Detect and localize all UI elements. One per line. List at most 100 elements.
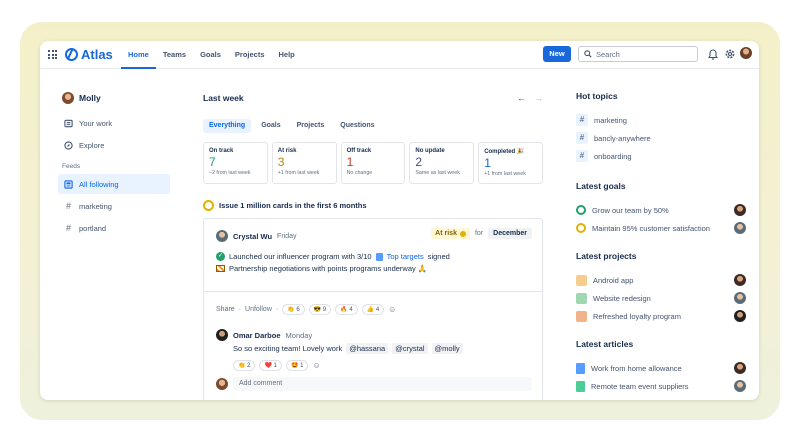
new-button[interactable]: New — [543, 46, 571, 62]
stat-on-track[interactable]: On track 7 –2 from last week — [203, 142, 268, 184]
filter-tabs: Everything Goals Projects Questions — [203, 119, 543, 133]
sidebar-item-marketing[interactable]: # marketing — [58, 196, 170, 216]
topic-label: onboarding — [594, 151, 632, 161]
tab-goals[interactable]: Goals — [255, 119, 286, 133]
update-text: signed — [427, 252, 450, 261]
reaction-cool[interactable]: 😎 9 — [308, 304, 332, 315]
goal-heading[interactable]: Issue 1 million cards in the first 6 mon… — [203, 200, 543, 211]
atlas-logo[interactable]: Atlas — [65, 47, 113, 62]
avatar — [734, 310, 746, 322]
search-placeholder: Search — [596, 49, 620, 59]
reaction-fire[interactable]: 🔥 4 — [335, 304, 358, 315]
search-input[interactable]: Search — [578, 46, 698, 62]
stat-label: Completed 🎉 — [484, 149, 525, 155]
hashtag-icon: # — [65, 201, 71, 211]
article-item[interactable]: Work from home allowance — [576, 359, 746, 377]
project-item[interactable]: Website redesign — [576, 289, 746, 307]
stat-value: 3 — [277, 155, 285, 169]
goal-status-icon — [203, 200, 214, 211]
sidebar-item-label: portland — [79, 223, 107, 233]
app-switcher-grid-icon[interactable] — [48, 50, 57, 59]
reaction-thumbs-up[interactable]: 👍 4 — [361, 304, 385, 315]
sidebar-item-explore[interactable]: Explore — [58, 135, 170, 155]
sidebar-item-your-work[interactable]: Your work — [58, 113, 170, 133]
mention-molly[interactable]: @molly — [431, 343, 463, 354]
gear-icon[interactable] — [724, 48, 736, 60]
post-author[interactable]: Crystal Wu — [233, 232, 272, 241]
avatar[interactable] — [216, 329, 228, 341]
sidebar-item-portland[interactable]: # portland — [58, 218, 170, 238]
project-item[interactable]: Refreshed loyalty program — [576, 307, 746, 325]
primary-nav: Home Teams Goals Projects Help — [121, 41, 302, 69]
stat-at-risk[interactable]: At risk 3 +1 from last week — [271, 142, 337, 184]
nav-goals[interactable]: Goals — [193, 41, 228, 69]
latest-goals-heading: Latest goals — [576, 181, 626, 191]
goal-status-icon — [576, 223, 586, 233]
mention-hassana[interactable]: @hassana — [346, 343, 389, 354]
briefcase-icon — [64, 119, 73, 127]
article-item[interactable]: Remote team event suppliers — [576, 377, 746, 395]
nav-teams[interactable]: Teams — [156, 41, 193, 69]
mention-crystal[interactable]: @crystal — [392, 343, 428, 354]
avatar — [734, 222, 746, 234]
reaction-star-eyes[interactable]: 🤩 1 — [285, 360, 309, 371]
target-date-badge: December — [488, 228, 532, 239]
avatar — [734, 380, 746, 392]
top-targets-link[interactable]: Top targets — [387, 252, 424, 261]
update-line: Partnership negotiations with points pro… — [216, 264, 427, 273]
stat-off-track[interactable]: Off track 1 No change — [340, 142, 406, 184]
tab-projects[interactable]: Projects — [291, 119, 331, 133]
nav-home[interactable]: Home — [121, 41, 156, 69]
article-label: Work from home allowance — [591, 363, 682, 373]
hashtag-icon: # — [576, 132, 588, 144]
app-window: Atlas Home Teams Goals Projects Help New… — [40, 41, 759, 400]
arrow-left-icon[interactable]: ← — [517, 93, 526, 103]
stat-change: No change — [346, 170, 373, 176]
stat-label: On track — [209, 148, 234, 154]
stat-change: +1 from last week — [277, 170, 320, 176]
topic-marketing[interactable]: # marketing — [576, 111, 746, 129]
add-reaction-icon[interactable]: ☺ — [312, 361, 320, 370]
avatar — [62, 92, 74, 104]
project-item[interactable]: Android app — [576, 271, 746, 289]
reaction-heart[interactable]: ❤️ 1 — [259, 360, 282, 371]
sidebar-item-all-following[interactable]: All following — [58, 174, 170, 194]
nav-projects[interactable]: Projects — [228, 41, 272, 69]
avatar — [734, 292, 746, 304]
share-link[interactable]: Share — [216, 306, 235, 313]
comment-input[interactable]: Add comment — [233, 377, 532, 391]
reaction-clap[interactable]: 👏 2 — [233, 360, 256, 371]
profile-avatar[interactable] — [740, 47, 752, 59]
topic-onboarding[interactable]: # onboarding — [576, 147, 746, 165]
compass-icon — [64, 140, 73, 150]
tab-questions[interactable]: Questions — [334, 119, 380, 133]
tab-everything[interactable]: Everything — [203, 119, 252, 133]
stat-value: 1 — [346, 155, 354, 169]
feed-icon — [64, 179, 73, 189]
stat-no-update[interactable]: No update 2 Same as last week — [409, 142, 475, 184]
unfollow-link[interactable]: Unfollow — [245, 306, 272, 313]
status-dot-icon — [459, 230, 466, 237]
goal-item[interactable]: Maintain 95% customer satisfaction — [576, 219, 746, 237]
document-icon — [375, 252, 383, 261]
arrow-right-icon[interactable]: → — [534, 93, 543, 103]
stat-label: Off track — [346, 148, 372, 154]
current-user[interactable]: Molly — [62, 91, 170, 105]
stat-value: 2 — [415, 155, 423, 169]
bell-icon[interactable] — [708, 49, 718, 60]
article-label: Remote team event suppliers — [591, 381, 689, 391]
latest-articles-heading: Latest articles — [576, 339, 634, 349]
reaction-clap[interactable]: 👏 6 — [282, 304, 305, 315]
stat-completed[interactable]: Completed 🎉 1 +1 from last week — [478, 142, 543, 184]
avatar[interactable] — [216, 230, 228, 242]
topic-bancly-anywhere[interactable]: # bancly-anywhere — [576, 129, 746, 147]
add-reaction-icon[interactable]: ☺ — [388, 305, 396, 314]
user-name: Molly — [79, 93, 101, 103]
sidebar-item-label: Your work — [79, 118, 113, 128]
reply-author[interactable]: Omar Darboe — [233, 331, 281, 340]
right-panel: Hot topics # marketing # bancly-anywhere… — [576, 91, 746, 395]
top-navigation-bar: Atlas Home Teams Goals Projects Help New… — [40, 41, 759, 69]
status-label: At risk — [435, 230, 457, 237]
goal-item[interactable]: Grow our team by 50% — [576, 201, 746, 219]
nav-help[interactable]: Help — [272, 41, 302, 69]
